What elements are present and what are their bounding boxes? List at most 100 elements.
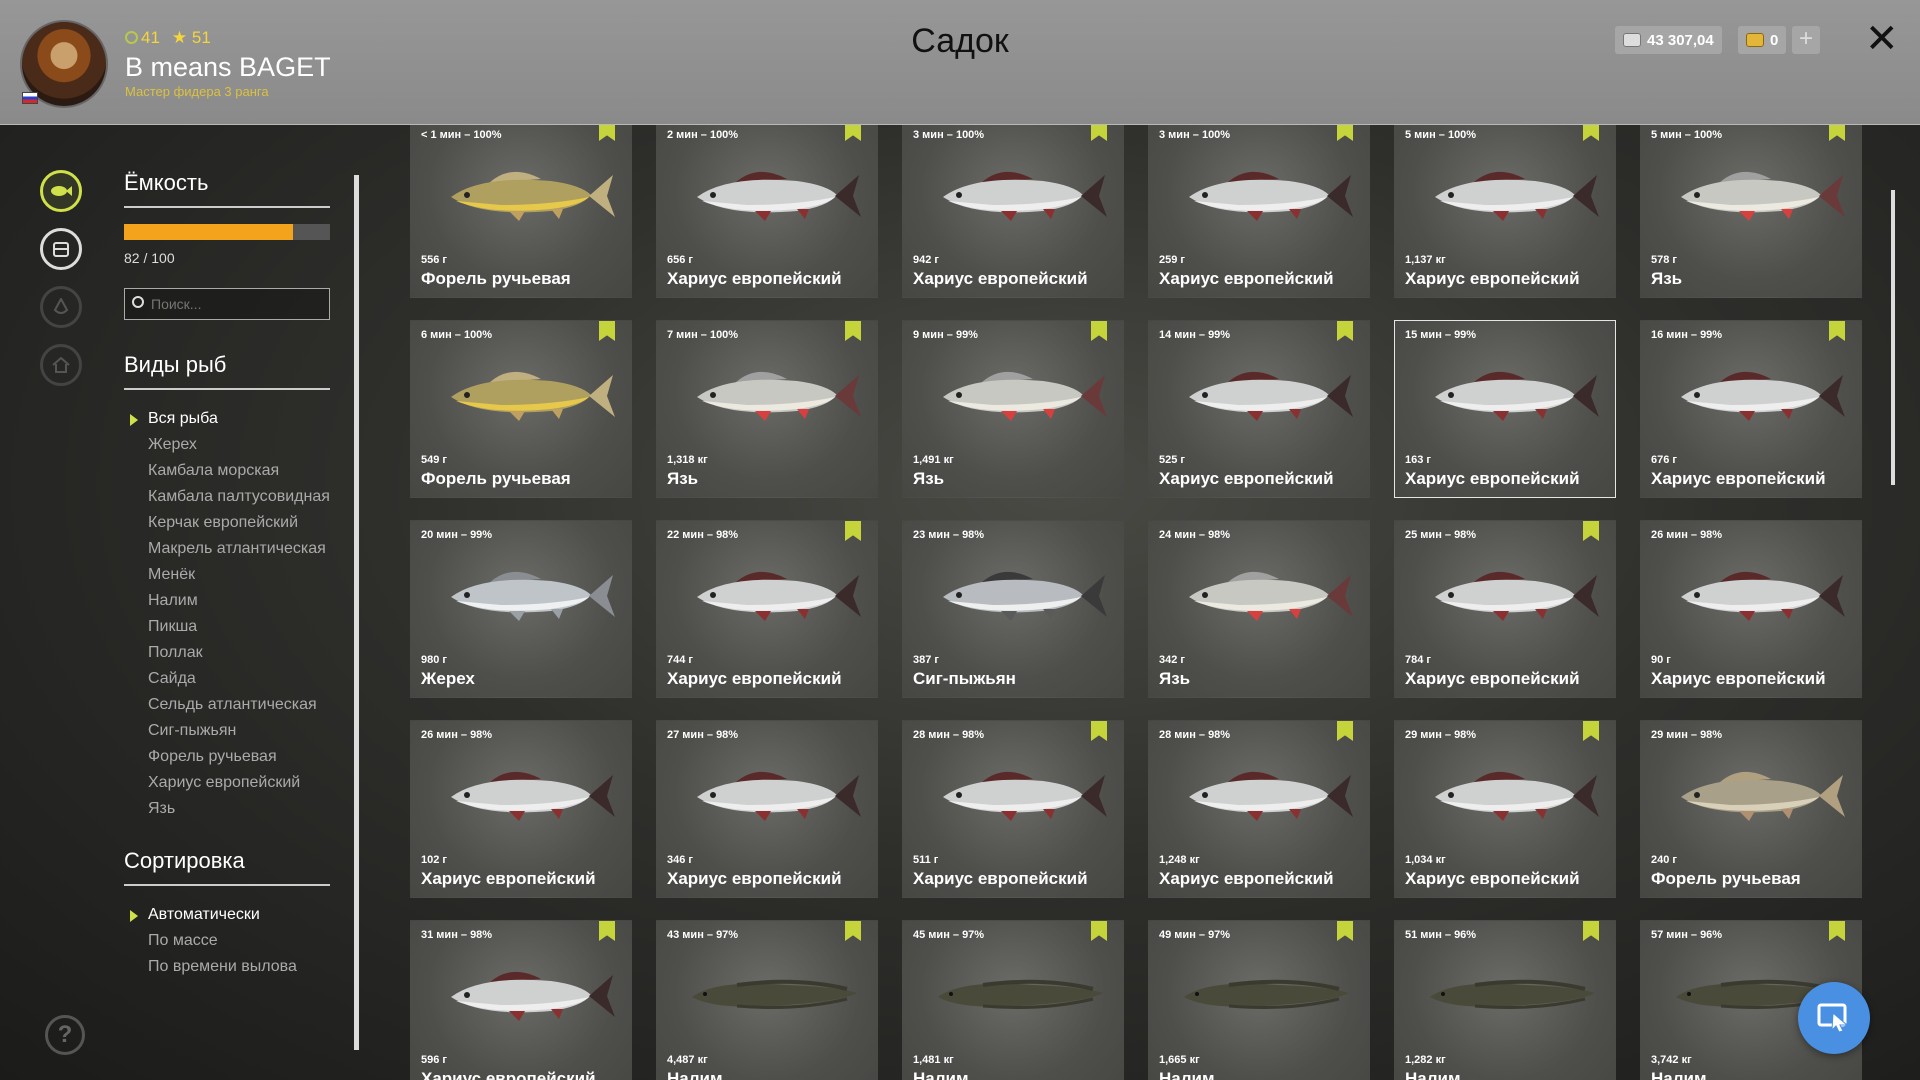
- fish-card[interactable]: 16 мин – 99% 676 г Хариус европейский: [1640, 320, 1862, 498]
- fish-card[interactable]: 6 мин – 100% 549 г Форель ручьевая: [410, 320, 632, 498]
- species-item[interactable]: Язь: [124, 796, 330, 822]
- fish-card[interactable]: 51 мин – 96% 1,282 кг Налим: [1394, 920, 1616, 1080]
- fish-card[interactable]: 24 мин – 98% 342 г Язь: [1148, 520, 1370, 698]
- grid-scrollbar[interactable]: [1891, 190, 1895, 485]
- species-list: Вся рыба Жерех Камбала морская Камбала палт…: [124, 406, 330, 822]
- bookmark-icon[interactable]: [599, 125, 615, 141]
- fish-card[interactable]: 26 мин – 98% 90 г Хариус европейский: [1640, 520, 1862, 698]
- fish-card[interactable]: 2 мин – 100% 656 г Хариус европейский: [656, 125, 878, 298]
- bookmark-icon[interactable]: [1337, 921, 1353, 941]
- search-input[interactable]: [124, 288, 330, 320]
- bookmark-icon[interactable]: [1583, 521, 1599, 541]
- species-item[interactable]: Сайда: [124, 666, 330, 692]
- species-item[interactable]: Макрель атлантическая: [124, 536, 330, 562]
- species-item[interactable]: Поллак: [124, 640, 330, 666]
- sort-option[interactable]: По массе: [124, 928, 330, 954]
- fish-card[interactable]: 29 мин – 98% 240 г Форель ручьевая: [1640, 720, 1862, 898]
- fish-name: Хариус европейский: [1405, 269, 1580, 288]
- species-item[interactable]: Налим: [124, 588, 330, 614]
- catch-time: 15 мин – 99%: [1405, 329, 1477, 341]
- fish-weight: 1,248 кг: [1159, 854, 1200, 866]
- bookmark-icon[interactable]: [1091, 125, 1107, 141]
- species-item[interactable]: Жерех: [124, 432, 330, 458]
- fish-card[interactable]: 29 мин – 98% 1,034 кг Хариус европейский: [1394, 720, 1616, 898]
- species-item[interactable]: Форель ручьевая: [124, 744, 330, 770]
- fish-name: Хариус европейский: [1405, 669, 1580, 688]
- capacity-bar: [124, 224, 330, 240]
- bookmark-icon[interactable]: [599, 921, 615, 941]
- fish-card[interactable]: 9 мин – 99% 1,491 кг Язь: [902, 320, 1124, 498]
- bookmark-icon[interactable]: [1091, 321, 1107, 341]
- fish-card[interactable]: 25 мин – 98% 784 г Хариус европейский: [1394, 520, 1616, 698]
- fish-card[interactable]: 28 мин – 98% 511 г Хариус европейский: [902, 720, 1124, 898]
- bookmark-icon[interactable]: [1583, 721, 1599, 741]
- cursor-mode-button[interactable]: [1798, 982, 1870, 1054]
- bookmark-icon[interactable]: [1337, 321, 1353, 341]
- sort-option[interactable]: Автоматически: [124, 902, 330, 928]
- species-item[interactable]: Камбала морская: [124, 458, 330, 484]
- fire-icon[interactable]: [40, 286, 82, 328]
- fish-card[interactable]: 43 мин – 97% 4,487 кг Налим: [656, 920, 878, 1080]
- bookmark-icon[interactable]: [1337, 721, 1353, 741]
- fish-card[interactable]: 22 мин – 98% 744 г Хариус европейский: [656, 520, 878, 698]
- fish-name: Налим: [667, 1069, 723, 1080]
- species-item[interactable]: Сиг-пыжьян: [124, 718, 330, 744]
- fish-weight: 1,491 кг: [913, 454, 954, 466]
- bookmark-icon[interactable]: [845, 125, 861, 141]
- species-item[interactable]: Пикша: [124, 614, 330, 640]
- species-item[interactable]: Хариус европейский: [124, 770, 330, 796]
- bookmark-icon[interactable]: [1829, 321, 1845, 341]
- bookmark-icon[interactable]: [1091, 721, 1107, 741]
- species-item[interactable]: Камбала палтусовидная: [124, 484, 330, 510]
- fish-card[interactable]: 49 мин – 97% 1,665 кг Налим: [1148, 920, 1370, 1080]
- fish-card[interactable]: 26 мин – 98% 102 г Хариус европейский: [410, 720, 632, 898]
- fish-card[interactable]: 20 мин – 99% 980 г Жерех: [410, 520, 632, 698]
- close-button[interactable]: ✕: [1865, 19, 1899, 59]
- fish-name: Язь: [1159, 669, 1191, 688]
- bookmark-icon[interactable]: [845, 321, 861, 341]
- fish-card[interactable]: 7 мин – 100% 1,318 кг Язь: [656, 320, 878, 498]
- fish-card[interactable]: 23 мин – 98% 387 г Сиг-пыжьян: [902, 520, 1124, 698]
- fish-weight: 1,137 кг: [1405, 254, 1446, 266]
- fish-weight: 102 г: [421, 854, 447, 866]
- bookmark-icon[interactable]: [1091, 921, 1107, 941]
- add-currency-button[interactable]: +: [1792, 26, 1820, 54]
- species-item[interactable]: Вся рыба: [124, 406, 330, 432]
- fish-card[interactable]: 28 мин – 98% 1,248 кг Хариус европейский: [1148, 720, 1370, 898]
- bookmark-icon[interactable]: [845, 921, 861, 941]
- bookmark-icon[interactable]: [1583, 125, 1599, 141]
- fish-weight: 259 г: [1159, 254, 1185, 266]
- fish-card[interactable]: < 1 мин – 100% 556 г Форель ручьевая: [410, 125, 632, 298]
- fish-name: Налим: [1159, 1069, 1215, 1080]
- panel-scrollbar[interactable]: [354, 175, 359, 1050]
- bookmark-icon[interactable]: [845, 521, 861, 541]
- sort-option[interactable]: По времени вылова: [124, 954, 330, 980]
- help-button[interactable]: ?: [45, 1015, 85, 1055]
- fish-card[interactable]: 45 мин – 97% 1,481 кг Налим: [902, 920, 1124, 1080]
- fish-card[interactable]: 3 мин – 100% 259 г Хариус европейский: [1148, 125, 1370, 298]
- fish-card[interactable]: 27 мин – 98% 346 г Хариус европейский: [656, 720, 878, 898]
- bookmark-icon[interactable]: [1337, 125, 1353, 141]
- fish-card[interactable]: 5 мин – 100% 578 г Язь: [1640, 125, 1862, 298]
- bookmark-icon[interactable]: [1829, 921, 1845, 941]
- star-stat: ★ 51: [171, 28, 211, 47]
- species-item[interactable]: Сельдь атлантическая: [124, 692, 330, 718]
- catch-time: 49 мин – 97%: [1159, 929, 1231, 941]
- home-icon[interactable]: [40, 344, 82, 386]
- bookmark-icon[interactable]: [1829, 125, 1845, 141]
- fish-card[interactable]: 15 мин – 99% 163 г Хариус европейский: [1394, 320, 1616, 498]
- catch-time: 26 мин – 98%: [1651, 529, 1723, 541]
- keepnet-icon[interactable]: [40, 228, 82, 270]
- fish-weight: 346 г: [667, 854, 693, 866]
- fish-card[interactable]: 5 мин – 100% 1,137 кг Хариус европейский: [1394, 125, 1616, 298]
- species-item[interactable]: Керчак европейский: [124, 510, 330, 536]
- fish-weight: 240 г: [1651, 854, 1677, 866]
- fish-card[interactable]: 3 мин – 100% 942 г Хариус европейский: [902, 125, 1124, 298]
- species-item[interactable]: Менёк: [124, 562, 330, 588]
- bookmark-icon[interactable]: [599, 321, 615, 341]
- bookmark-icon[interactable]: [1583, 921, 1599, 941]
- fish-icon[interactable]: [40, 170, 82, 212]
- fish-card[interactable]: 31 мин – 98% 596 г Хариус европейский: [410, 920, 632, 1080]
- player-rank: Мастер фидера 3 ранга: [125, 84, 269, 99]
- fish-card[interactable]: 14 мин – 99% 525 г Хариус европейский: [1148, 320, 1370, 498]
